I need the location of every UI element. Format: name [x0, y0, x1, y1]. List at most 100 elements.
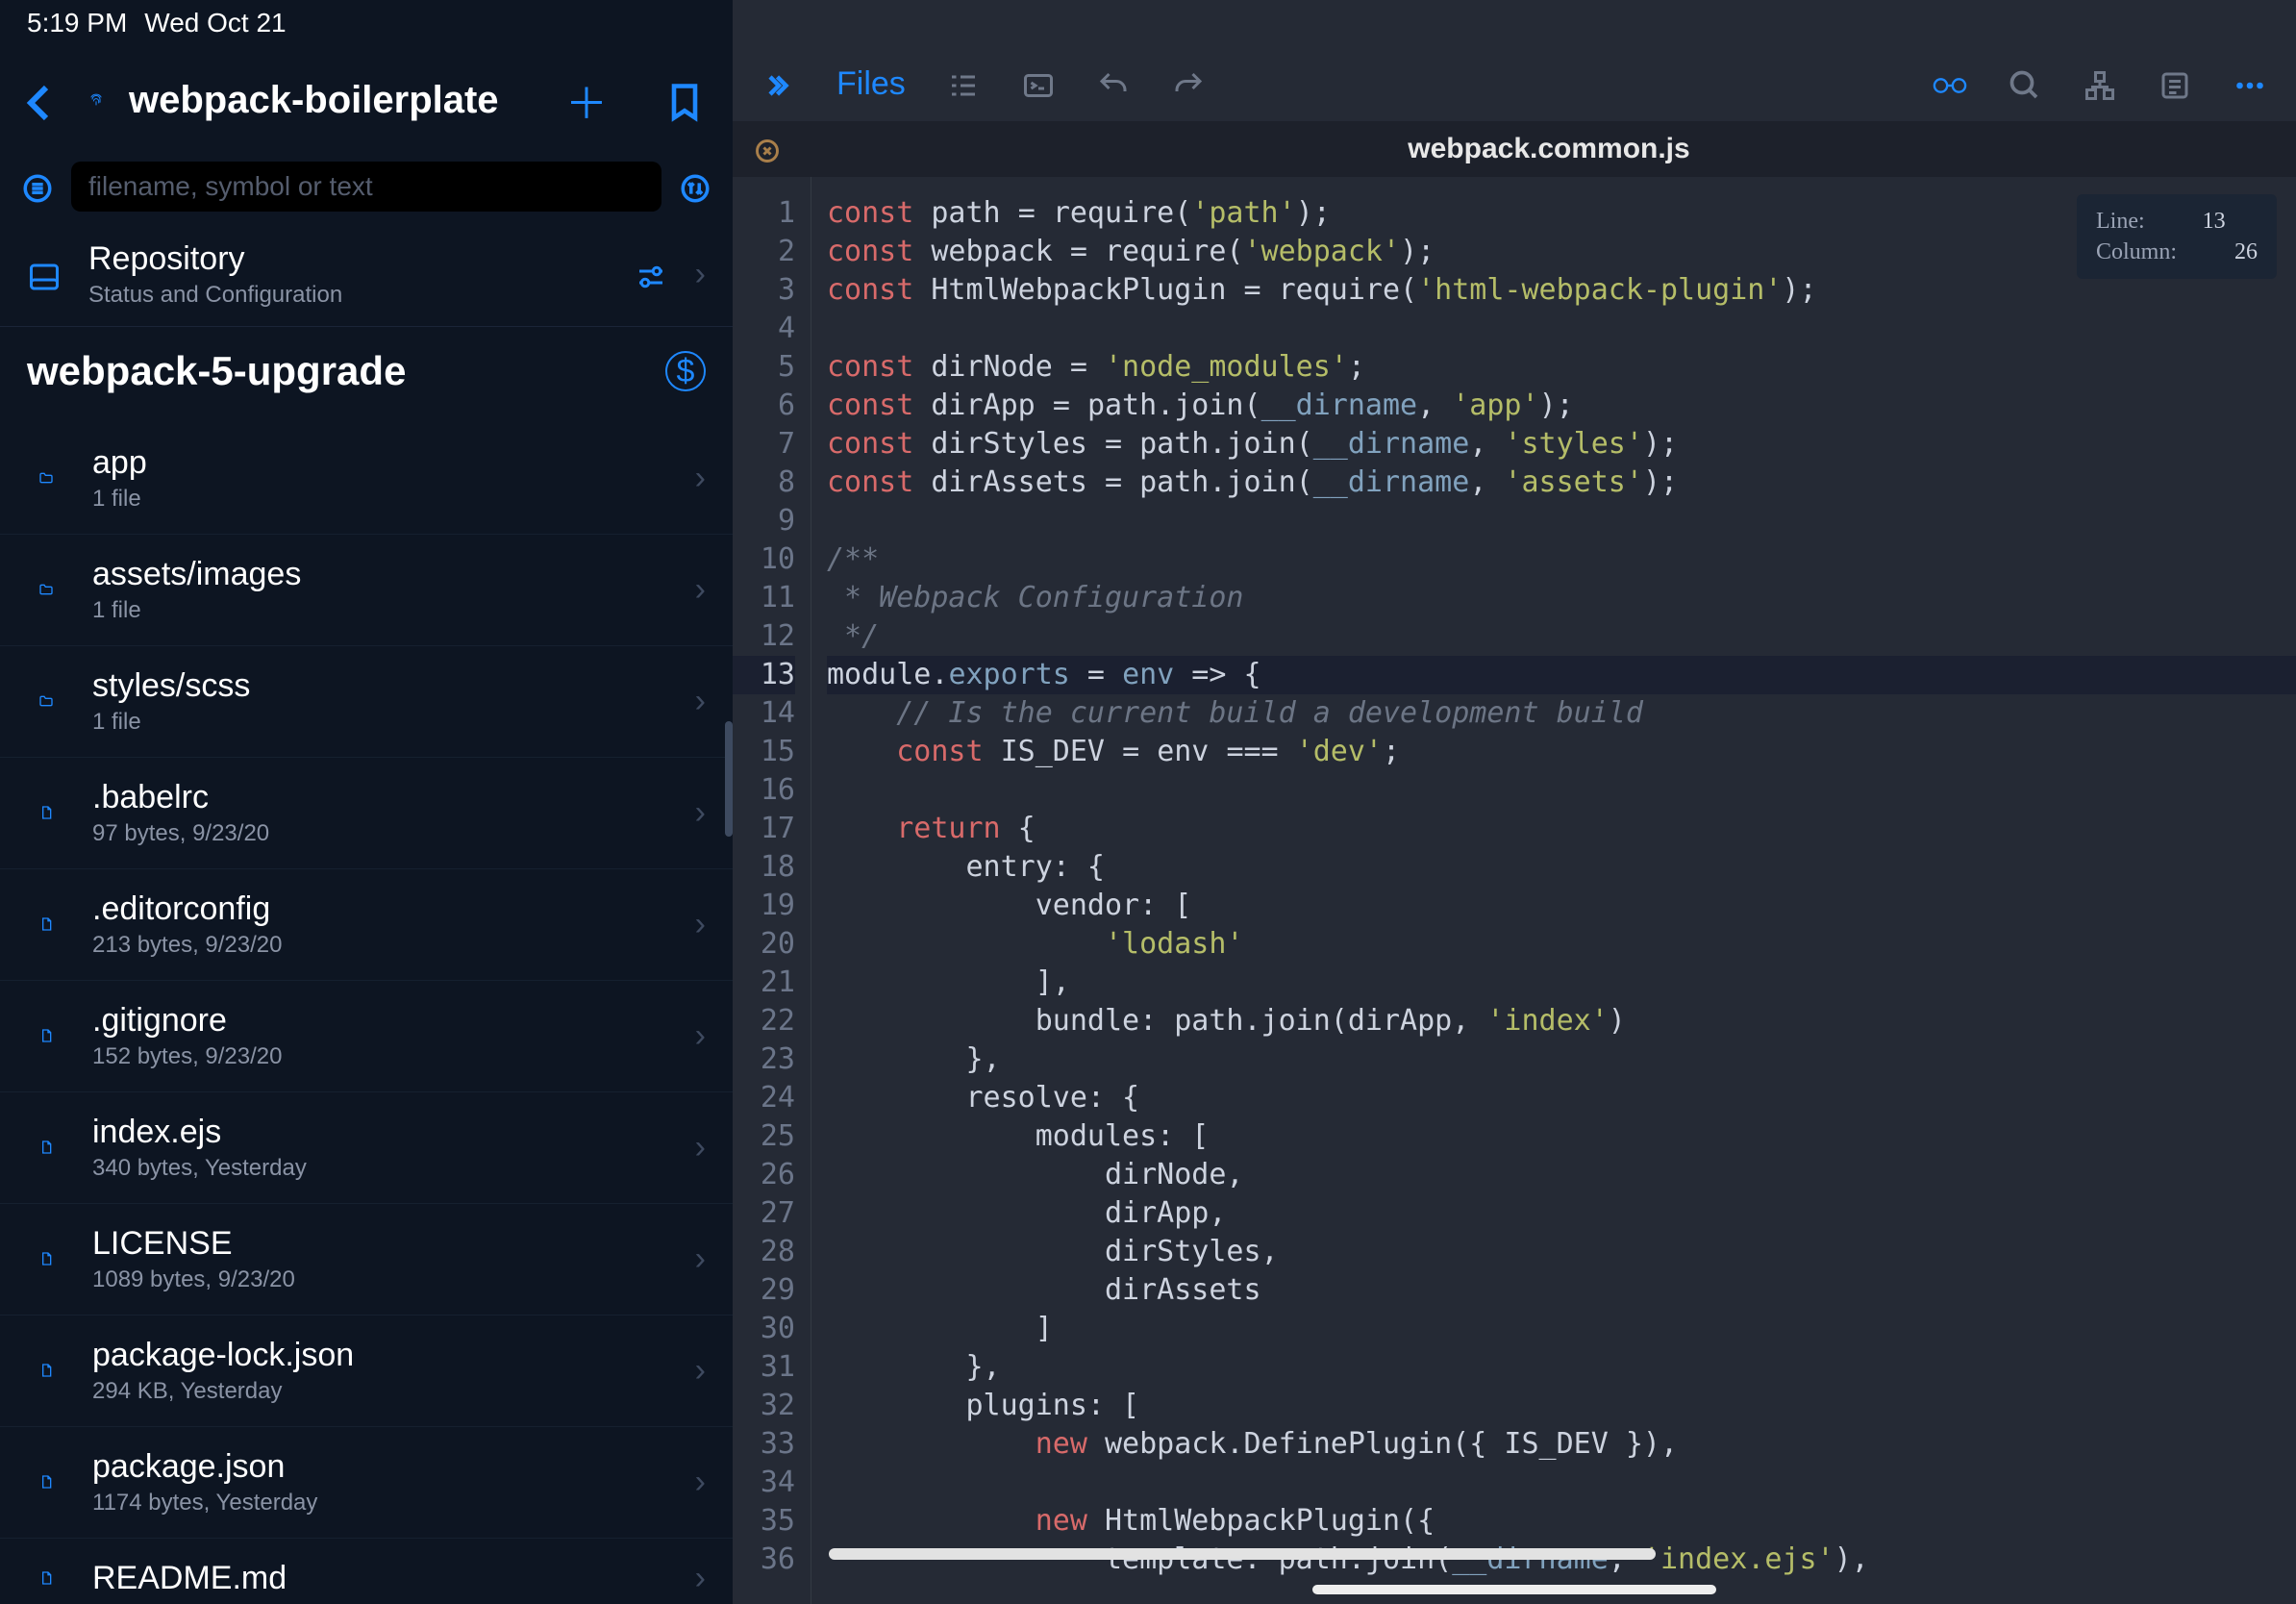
file-name: .babelrc: [92, 779, 269, 816]
sync-icon[interactable]: $: [665, 351, 706, 391]
filter-icon[interactable]: [21, 168, 54, 206]
terminal-icon[interactable]: [1021, 63, 1056, 104]
expand-icon[interactable]: [761, 63, 796, 104]
file-meta: 340 bytes, Yesterday: [92, 1155, 307, 1182]
status-time: 5:19 PM: [27, 8, 127, 38]
file-row[interactable]: app 1 file ›: [0, 423, 733, 535]
tab-filename[interactable]: webpack.common.js: [802, 133, 2296, 165]
file-name: .gitignore: [92, 1002, 282, 1040]
bookmark-button[interactable]: [663, 76, 706, 124]
file-name: package.json: [92, 1448, 317, 1486]
files-button[interactable]: Files: [836, 65, 906, 103]
repository-row[interactable]: Repository Status and Configuration ›: [0, 223, 733, 327]
file-name: .editorconfig: [92, 890, 282, 928]
line-gutter: 1234567891011121314151617181920212223242…: [733, 177, 811, 1604]
chevron-right-icon: ›: [695, 1241, 706, 1278]
file-meta: 213 bytes, 9/23/20: [92, 932, 282, 959]
tab-bar: webpack.common.js: [733, 121, 2296, 177]
horizontal-scrollbar[interactable]: [829, 1548, 1656, 1560]
file-row[interactable]: README.md ›: [0, 1539, 733, 1604]
search-input[interactable]: [71, 162, 661, 212]
file-row[interactable]: package.json 1174 bytes, Yesterday ›: [0, 1427, 733, 1539]
chevron-right-icon: ›: [695, 571, 706, 609]
branch-name: webpack-5-upgrade: [27, 348, 406, 394]
file-list[interactable]: app1 file›assets/images1 file›styles/scs…: [0, 423, 733, 1604]
file-meta: 97 bytes, 9/23/20: [92, 820, 269, 847]
file-row[interactable]: package-lock.json 294 KB, Yesterday ›: [0, 1316, 733, 1427]
file-name: styles/scss: [92, 667, 250, 705]
close-tab-icon[interactable]: [754, 134, 781, 164]
file-name: LICENSE: [92, 1225, 295, 1263]
file-meta: 1 file: [92, 709, 250, 736]
chevron-right-icon: ›: [695, 460, 706, 497]
cursor-position-badge: Line:13 Column:26: [2077, 194, 2277, 279]
file-meta: 152 bytes, 9/23/20: [92, 1043, 282, 1070]
chevron-right-icon: ›: [695, 256, 706, 293]
editor-toolbar: Files: [733, 46, 2296, 121]
chevron-right-icon: ›: [695, 1560, 706, 1597]
repo-settings-icon[interactable]: [634, 255, 668, 295]
file-name: index.ejs: [92, 1114, 307, 1151]
file-row[interactable]: LICENSE 1089 bytes, 9/23/20 ›: [0, 1204, 733, 1316]
search-icon[interactable]: [2008, 63, 2042, 104]
chevron-right-icon: ›: [695, 1017, 706, 1055]
undo-icon[interactable]: [1096, 63, 1131, 104]
file-meta: 1 file: [92, 597, 301, 624]
reader-icon[interactable]: [1933, 63, 1967, 104]
editor-pane: Files: [733, 0, 2296, 1604]
outline-icon[interactable]: [946, 63, 981, 104]
file-icon: [27, 805, 65, 822]
file-row[interactable]: .babelrc 97 bytes, 9/23/20 ›: [0, 758, 733, 869]
file-icon: [27, 1251, 65, 1268]
add-button[interactable]: ＋: [565, 69, 608, 131]
back-button[interactable]: [17, 74, 63, 127]
branch-row[interactable]: webpack-5-upgrade $: [0, 327, 733, 423]
file-row[interactable]: .editorconfig 213 bytes, 9/23/20 ›: [0, 869, 733, 981]
code-content[interactable]: const path = require('path');const webpa…: [811, 177, 2296, 1604]
repository-title: Repository: [88, 240, 342, 278]
file-name: package-lock.json: [92, 1337, 354, 1374]
sidebar-header: webpack-boilerplate ＋: [0, 46, 733, 154]
file-meta: 1 file: [92, 486, 147, 513]
chevron-right-icon: ›: [695, 1352, 706, 1390]
file-icon: [27, 1363, 65, 1380]
sidebar: webpack-boilerplate ＋ Repository Status …: [0, 0, 733, 1604]
chevron-right-icon: ›: [695, 794, 706, 832]
sidebar-search-row: [0, 154, 733, 223]
file-icon: [27, 1140, 65, 1157]
chevron-right-icon: ›: [695, 906, 706, 943]
file-icon: [27, 1028, 65, 1045]
file-row[interactable]: .gitignore 152 bytes, 9/23/20 ›: [0, 981, 733, 1092]
file-meta: 1089 bytes, 9/23/20: [92, 1266, 295, 1293]
file-icon: [27, 916, 65, 934]
repository-subtitle: Status and Configuration: [88, 282, 342, 309]
file-icon: [27, 1570, 65, 1588]
sort-icon[interactable]: [679, 168, 711, 206]
file-icon: [27, 1474, 65, 1491]
folder-icon: [27, 693, 65, 711]
file-row[interactable]: assets/images 1 file ›: [0, 535, 733, 646]
chevron-right-icon: ›: [695, 1464, 706, 1501]
more-icon[interactable]: [2233, 63, 2267, 104]
folder-icon: [27, 582, 65, 599]
symbols-icon[interactable]: [2083, 63, 2117, 104]
file-meta: 1174 bytes, Yesterday: [92, 1490, 317, 1516]
file-meta: 294 KB, Yesterday: [92, 1378, 354, 1405]
file-name: README.md: [92, 1560, 287, 1597]
redo-icon[interactable]: [1171, 63, 1206, 104]
code-area[interactable]: 1234567891011121314151617181920212223242…: [733, 177, 2296, 1604]
chevron-right-icon: ›: [695, 683, 706, 720]
chevron-right-icon: ›: [695, 1129, 706, 1166]
fingerprint-icon: [88, 91, 104, 109]
wrap-icon[interactable]: [2158, 63, 2192, 104]
folder-icon: [27, 470, 65, 488]
repository-icon: [27, 255, 62, 295]
home-indicator[interactable]: [1312, 1585, 1716, 1594]
file-name: assets/images: [92, 556, 301, 593]
project-title: webpack-boilerplate: [129, 79, 499, 122]
file-row[interactable]: index.ejs 340 bytes, Yesterday ›: [0, 1092, 733, 1204]
file-name: app: [92, 444, 147, 482]
file-row[interactable]: styles/scss 1 file ›: [0, 646, 733, 758]
scrollbar-thumb[interactable]: [725, 721, 733, 837]
status-date: Wed Oct 21: [144, 8, 286, 38]
